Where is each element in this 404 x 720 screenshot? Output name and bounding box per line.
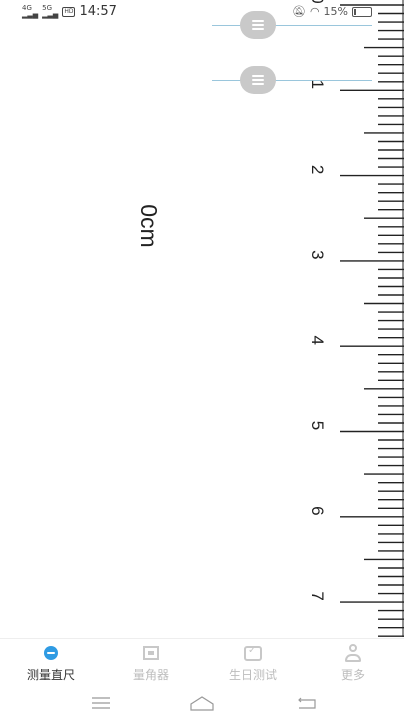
hd-badge: HD: [62, 6, 76, 17]
ruler-label: 1: [308, 80, 327, 89]
home-icon: [190, 696, 214, 711]
signal-icon-4g: 4G ▂▃▅: [22, 3, 39, 19]
home-button[interactable]: [187, 694, 217, 712]
nav-label: 量角器: [132, 668, 169, 682]
signal-icon-5g: 5G ▂▃▅: [42, 3, 59, 19]
drag-handle-top[interactable]: [240, 11, 276, 39]
nav-item-ruler[interactable]: 测量直尺: [6, 643, 96, 683]
menu-lines-icon: [92, 697, 110, 709]
nav-item-protractor[interactable]: 量角器: [106, 643, 196, 683]
ruler-drop-icon: [44, 646, 58, 660]
ruler-label: 0: [308, 0, 327, 4]
ruler-label: 6: [308, 506, 327, 515]
ruler-label: 4: [308, 335, 327, 344]
nav-label: 更多: [340, 668, 365, 682]
ruler-label: 5: [308, 421, 327, 430]
measurement-readout: 0cm: [136, 204, 162, 248]
drag-handle-bottom[interactable]: [240, 66, 276, 94]
status-time: 14:57: [79, 4, 117, 19]
status-left: 4G ▂▃▅ 5G ▂▃▅ HD 14:57: [22, 4, 117, 19]
menu-button[interactable]: [86, 694, 116, 712]
ruler-scale: 0 1 2 3 4 5 6 7: [308, 0, 404, 637]
protractor-icon: [143, 646, 159, 660]
back-icon: [298, 697, 316, 709]
nav-label: 测量直尺: [26, 668, 75, 682]
ruler-label: 7: [308, 591, 327, 600]
nav-item-birthday[interactable]: 生日测试: [208, 643, 298, 683]
person-icon: [344, 644, 362, 662]
calendar-icon: [244, 645, 262, 661]
system-nav-bar: [0, 686, 404, 720]
menu-icon: [252, 75, 264, 85]
nav-item-more[interactable]: 更多: [308, 643, 398, 683]
bottom-nav: 测量直尺 量角器 生日测试 更多: [0, 638, 404, 687]
back-button[interactable]: [292, 694, 322, 712]
ruler-label: 2: [308, 165, 327, 174]
nav-label: 生日测试: [228, 668, 277, 682]
ruler: 0 1 2 3 4 5 6 7: [300, 0, 404, 637]
menu-icon: [252, 20, 264, 30]
ruler-label: 3: [308, 250, 327, 259]
